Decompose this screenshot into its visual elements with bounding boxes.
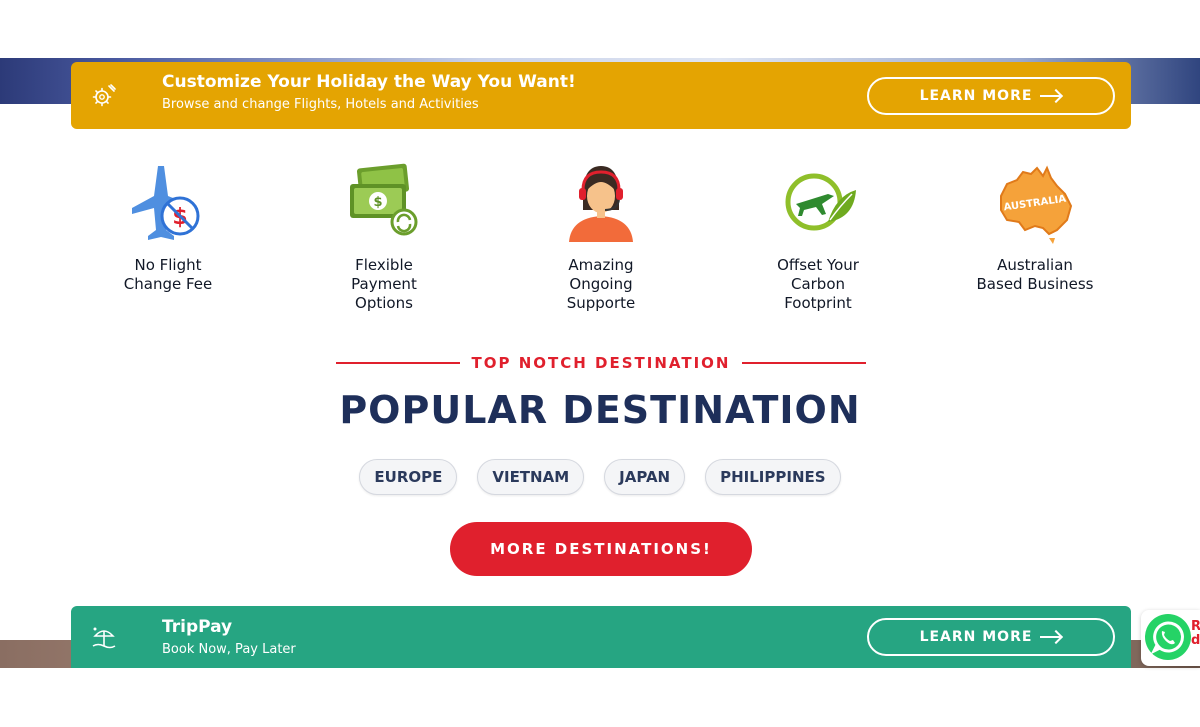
feature-label-line: Carbon	[790, 275, 846, 293]
eyebrow-divider	[336, 362, 460, 364]
chip-philippines[interactable]: PHILIPPINES	[705, 459, 841, 495]
whatsapp-icon	[1145, 614, 1191, 660]
feature-ongoing-support: Amazing Ongoing Supporte	[501, 160, 701, 313]
feature-label-line: Australian	[997, 256, 1073, 274]
learn-more-button[interactable]: LEARN MORE	[867, 76, 1115, 115]
eyebrow-text: TOP NOTCH DESTINATION	[471, 354, 731, 372]
feature-label-line: Offset Your	[777, 256, 859, 274]
destination-chips: EUROPE VIETNAM JAPAN PHILIPPINES	[0, 459, 1200, 495]
support-agent-icon	[569, 166, 633, 242]
feature-label-line: Ongoing	[569, 275, 633, 293]
banner-subtitle: Book Now, Pay Later	[162, 642, 296, 657]
whatsapp-label-text: R d	[1191, 619, 1200, 648]
whatsapp-chat-widget[interactable]: R d	[1141, 610, 1200, 666]
feature-label-line: Supporte	[566, 294, 636, 312]
feature-carbon-offset: Offset Your Carbon Footprint	[718, 160, 918, 313]
more-destinations-button[interactable]: MORE DESTINATIONS!	[450, 522, 752, 576]
banner-title: Customize Your Holiday the Way You Want!	[162, 72, 576, 92]
learn-more-label: LEARN MORE	[919, 87, 1033, 104]
feature-label-line: Based Business	[976, 275, 1094, 293]
customize-holiday-banner: Customize Your Holiday the Way You Want!…	[71, 62, 1131, 129]
feature-label-line: Options	[355, 294, 413, 312]
section-eyebrow: TOP NOTCH DESTINATION	[336, 352, 867, 374]
beach-umbrella-icon	[91, 624, 117, 650]
plane-no-fee-icon: $	[132, 166, 200, 240]
feature-label-line: Payment	[351, 275, 417, 293]
feature-label-line: Footprint	[784, 294, 852, 312]
chip-europe[interactable]: EUROPE	[359, 459, 458, 495]
gear-icon	[91, 83, 117, 109]
whatsapp-label: R d	[1191, 620, 1200, 648]
eco-plane-icon	[785, 173, 856, 231]
arrow-right-icon	[1040, 631, 1062, 643]
eyebrow-divider	[742, 362, 867, 364]
australia-map-icon: AUSTRALIA	[1000, 165, 1073, 244]
money-icon: $	[350, 163, 418, 236]
feature-label-line: Flexible	[355, 256, 413, 274]
chip-vietnam[interactable]: VIETNAM	[477, 459, 585, 495]
banner-subtitle: Browse and change Flights, Hotels and Ac…	[162, 97, 479, 112]
trippay-text: TripPay Book Now, Pay Later	[162, 616, 296, 660]
feature-label-line: Change Fee	[123, 275, 213, 293]
svg-text:$: $	[373, 195, 382, 210]
section-title: POPULAR DESTINATION	[339, 388, 861, 432]
chip-japan[interactable]: JAPAN	[604, 459, 686, 495]
feature-label-line: No Flight	[134, 256, 202, 274]
feature-label-line: Amazing	[568, 256, 634, 274]
feature-australian-business: AUSTRALIA Australian Based Business	[935, 160, 1135, 294]
banner-title: TripPay	[162, 617, 233, 637]
trippay-banner: TripPay Book Now, Pay Later LEARN MORE	[71, 606, 1131, 668]
feature-no-flight-change-fee: $ No Flight Change Fee	[68, 160, 268, 294]
feature-flexible-payment: $ Flexible Payment Options	[284, 160, 484, 313]
features-row: $ No Flight Change Fee $ Flexible Paymen…	[60, 160, 1140, 320]
arrow-right-icon	[1040, 90, 1062, 102]
customize-holiday-text: Customize Your Holiday the Way You Want!…	[162, 71, 576, 115]
learn-more-label: LEARN MORE	[919, 629, 1033, 645]
trippay-learn-more-button[interactable]: LEARN MORE	[867, 618, 1115, 656]
